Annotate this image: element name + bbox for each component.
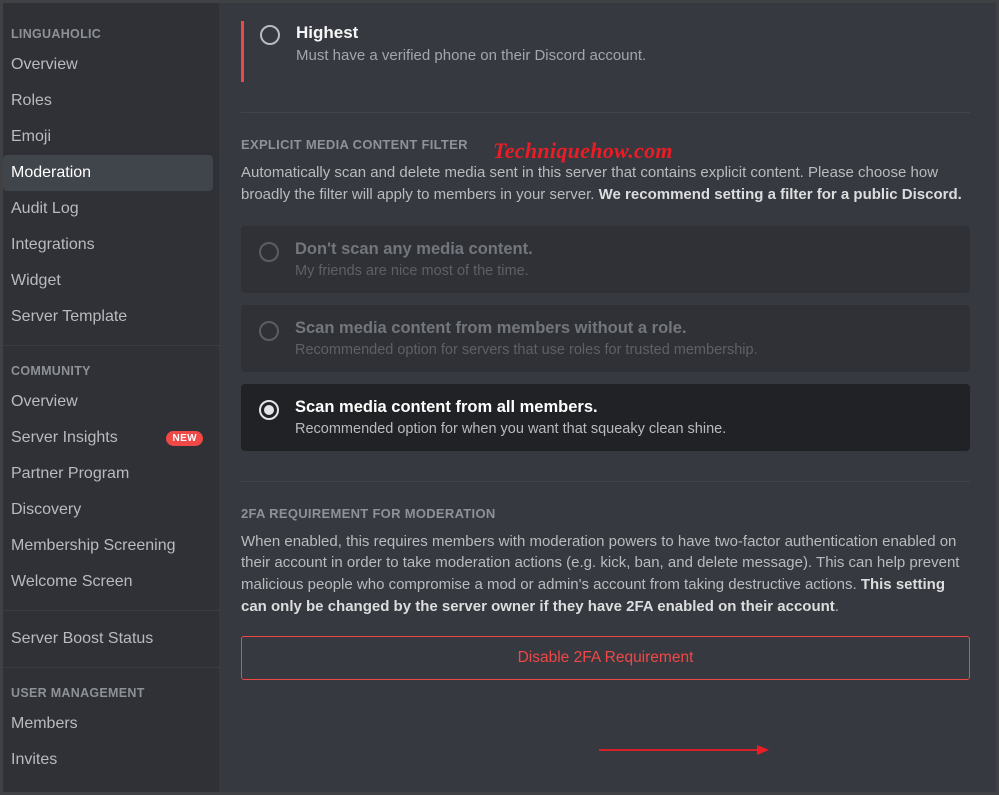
radio-icon: [259, 242, 279, 262]
sidebar-item-moderation[interactable]: Moderation: [3, 155, 213, 191]
sidebar-item-overview[interactable]: Overview: [3, 47, 213, 83]
sidebar-category-user-management: USER MANAGEMENT: [3, 678, 219, 706]
option-title: Scan media content from all members.: [295, 398, 726, 417]
sidebar-item-audit-log[interactable]: Audit Log: [3, 191, 213, 227]
sidebar-item-server-template[interactable]: Server Template: [3, 299, 213, 335]
sidebar-divider: [3, 345, 219, 346]
new-badge: NEW: [166, 431, 203, 446]
twofa-heading: 2FA REQUIREMENT FOR MODERATION: [241, 506, 970, 521]
option-description: My friends are nice most of the time.: [295, 263, 533, 279]
radio-icon: [260, 25, 280, 45]
filter-option-all-members[interactable]: Scan media content from all members. Rec…: [241, 384, 970, 451]
section-divider: [241, 481, 970, 482]
sidebar-item-welcome-screen[interactable]: Welcome Screen: [3, 564, 213, 600]
sidebar-item-integrations[interactable]: Integrations: [3, 227, 213, 263]
option-description: Recommended option for servers that use …: [295, 342, 758, 358]
twofa-description: When enabled, this requires members with…: [241, 531, 970, 618]
main-content: Highest Must have a verified phone on th…: [219, 3, 996, 792]
sidebar-item-discovery[interactable]: Discovery: [3, 492, 213, 528]
sidebar-item-server-boost[interactable]: Server Boost Status: [3, 621, 213, 657]
sidebar-divider: [3, 667, 219, 668]
sidebar-item-roles[interactable]: Roles: [3, 83, 213, 119]
sidebar-item-widget[interactable]: Widget: [3, 263, 213, 299]
sidebar-category-linguaholic: LINGUAHOLIC: [3, 19, 219, 47]
sidebar-category-community: COMMUNITY: [3, 356, 219, 384]
radio-icon: [259, 321, 279, 341]
watermark-text: Techniquehow.com: [493, 138, 673, 164]
settings-sidebar: LINGUAHOLIC Overview Roles Emoji Moderat…: [3, 3, 219, 792]
filter-option-no-role[interactable]: Scan media content from members without …: [241, 305, 970, 372]
sidebar-divider: [3, 610, 219, 611]
sidebar-item-server-insights[interactable]: Server InsightsNEW: [3, 420, 213, 456]
explicit-filter-description: Automatically scan and delete media sent…: [241, 162, 970, 206]
annotation-arrow-icon: [599, 740, 769, 760]
disable-2fa-button[interactable]: Disable 2FA Requirement: [241, 636, 970, 680]
option-title: Highest: [296, 23, 646, 43]
sidebar-item-invites[interactable]: Invites: [3, 742, 213, 778]
sidebar-item-members[interactable]: Members: [3, 706, 213, 742]
sidebar-item-partner-program[interactable]: Partner Program: [3, 456, 213, 492]
option-description: Must have a verified phone on their Disc…: [296, 47, 646, 64]
option-title: Scan media content from members without …: [295, 319, 758, 338]
sidebar-item-membership-screening[interactable]: Membership Screening: [3, 528, 213, 564]
verification-level-highest[interactable]: Highest Must have a verified phone on th…: [241, 21, 970, 82]
filter-option-none[interactable]: Don't scan any media content. My friends…: [241, 226, 970, 293]
radio-selected-icon: [259, 400, 279, 420]
section-divider: [241, 112, 970, 113]
option-title: Don't scan any media content.: [295, 240, 533, 259]
sidebar-item-emoji[interactable]: Emoji: [3, 119, 213, 155]
sidebar-item-community-overview[interactable]: Overview: [3, 384, 213, 420]
option-description: Recommended option for when you want tha…: [295, 421, 726, 437]
